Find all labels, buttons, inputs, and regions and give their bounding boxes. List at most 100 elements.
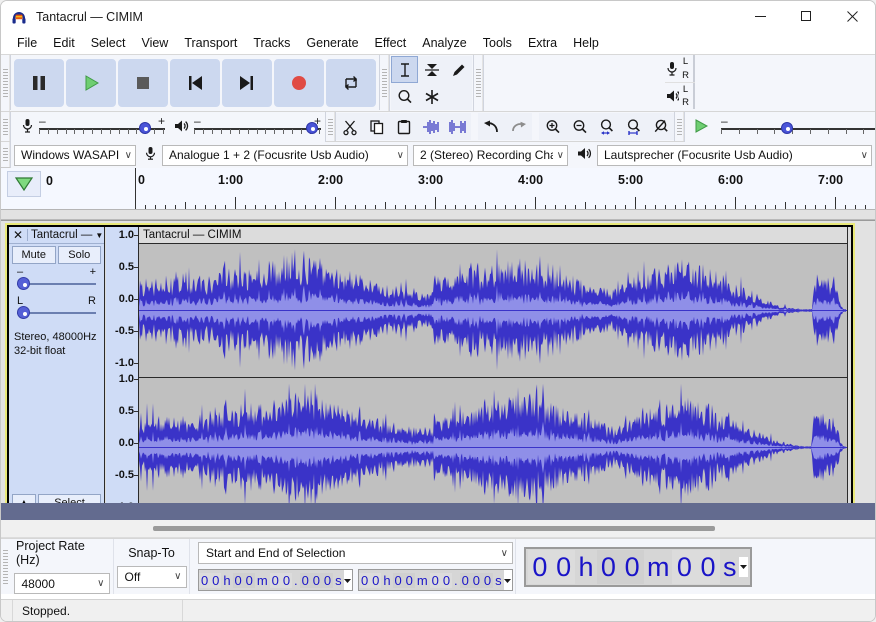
time-digit[interactable]: 0 <box>311 573 322 588</box>
zoom-in-button[interactable] <box>539 113 566 140</box>
loop-button[interactable] <box>326 59 376 107</box>
horizontal-scrollbar-thumb[interactable] <box>153 526 715 531</box>
paste-button[interactable] <box>390 113 417 140</box>
solo-button[interactable]: Solo <box>58 246 102 264</box>
record-button[interactable] <box>274 59 324 107</box>
trim-audio-button[interactable] <box>417 113 444 140</box>
time-digit[interactable]: 0 <box>281 573 292 588</box>
record-meter-scale[interactable]: Click to Start Monitoring -54-48-42-36-3… <box>693 55 695 82</box>
play-button[interactable] <box>66 59 116 107</box>
time-digit[interactable]: 0 <box>430 573 441 588</box>
menu-effect[interactable]: Effect <box>367 34 415 52</box>
draw-tool[interactable] <box>445 56 472 83</box>
waveform-left-channel[interactable] <box>139 244 847 378</box>
edit-toolbar-grip[interactable] <box>326 112 335 141</box>
undo-button[interactable] <box>478 113 505 140</box>
time-digit[interactable]: 0 <box>244 573 255 588</box>
time-digit[interactable]: 0 <box>322 573 333 588</box>
transport-toolbar-grip[interactable] <box>1 55 10 111</box>
tools-toolbar-grip[interactable] <box>380 55 389 111</box>
track-gain-slider[interactable]: – + <box>17 267 96 293</box>
playback-volume-slider[interactable]: – + <box>194 115 321 139</box>
menu-select[interactable]: Select <box>83 34 134 52</box>
time-digit[interactable]: 0 <box>460 573 471 588</box>
meter-toolbar-grip[interactable] <box>474 55 483 111</box>
selection-toolbar-grip[interactable] <box>1 539 10 594</box>
play-meter[interactable]: LR -54-48-42-36-30-24-18-12-60 <box>665 82 695 109</box>
menu-extra[interactable]: Extra <box>520 34 565 52</box>
time-digit[interactable]: 0 <box>270 573 281 588</box>
mixer-toolbar-grip[interactable] <box>1 112 10 141</box>
selection-tool[interactable] <box>391 56 418 83</box>
pinned-play-head-icon[interactable] <box>7 171 41 197</box>
zoom-toggle-button[interactable] <box>647 113 674 140</box>
stop-button[interactable] <box>118 59 168 107</box>
time-digit[interactable]: 0 <box>359 573 370 588</box>
mute-button[interactable]: Mute <box>12 246 56 264</box>
play-at-speed-icon[interactable] <box>691 117 711 138</box>
snap-to-combo[interactable]: Off ∨ <box>117 566 187 588</box>
time-spinner[interactable] <box>504 570 512 590</box>
horizontal-scrollbar[interactable] <box>1 520 875 538</box>
copy-button[interactable] <box>363 113 390 140</box>
time-digit[interactable]: 0 <box>210 573 221 588</box>
audio-position-field[interactable]: 00h00m00s <box>524 547 752 587</box>
waveform-area[interactable]: Tantacrul — CIMIM <box>138 227 851 515</box>
menu-transport[interactable]: Transport <box>176 34 245 52</box>
waveform-right-channel[interactable] <box>139 378 847 517</box>
fit-selection-button[interactable] <box>593 113 620 140</box>
envelope-tool[interactable] <box>418 56 445 83</box>
skip-to-end-button[interactable] <box>222 59 272 107</box>
recording-device-combo[interactable]: Analogue 1 + 2 (Focusrite Usb Audio) ∨ <box>162 145 408 166</box>
close-button[interactable] <box>829 1 875 32</box>
vertical-ruler[interactable]: 1.00.50.0-0.5-1.0 1.00.50.0-0.5-1.0 <box>106 227 138 515</box>
close-track-button[interactable]: ✕ <box>9 228 27 242</box>
time-digit[interactable]: 0 <box>441 573 452 588</box>
selection-start-time-field[interactable]: 00h00m00.000s <box>198 569 353 591</box>
timeline-ruler[interactable]: 01:002:003:004:005:006:007:00 <box>131 168 875 209</box>
time-spinner[interactable] <box>344 570 352 590</box>
menu-file[interactable]: File <box>9 34 45 52</box>
time-digit[interactable]: 0 <box>370 573 381 588</box>
selection-end-time-field[interactable]: 00h00m00.000s <box>358 569 513 591</box>
track-pan-slider[interactable]: L R <box>17 296 96 322</box>
device-toolbar-grip[interactable] <box>1 142 10 167</box>
recording-volume-slider[interactable]: – + <box>39 115 165 139</box>
time-digit[interactable]: 0 <box>528 550 552 584</box>
menu-analyze[interactable]: Analyze <box>414 34 474 52</box>
time-digit[interactable]: 0 <box>233 573 244 588</box>
playspeed-toolbar-grip[interactable] <box>675 112 684 141</box>
maximize-button[interactable] <box>783 1 829 32</box>
zoom-tool[interactable] <box>391 83 418 110</box>
zoom-out-button[interactable] <box>566 113 593 140</box>
play-meter-scale[interactable]: -54-48-42-36-30-24-18-12-60 <box>693 83 695 109</box>
fit-project-button[interactable] <box>620 113 647 140</box>
time-spinner[interactable] <box>739 557 748 577</box>
selection-mode-combo[interactable]: Start and End of Selection ∨ <box>198 542 513 564</box>
cut-button[interactable] <box>336 113 363 140</box>
project-rate-combo[interactable]: 48000 ∨ <box>14 573 110 594</box>
multi-tool[interactable] <box>418 83 445 110</box>
time-digit[interactable]: 0 <box>471 573 482 588</box>
menu-generate[interactable]: Generate <box>298 34 366 52</box>
time-digit[interactable]: 0 <box>552 550 576 584</box>
time-digit[interactable]: 0 <box>696 550 720 584</box>
record-meter[interactable]: LR Click to Start Monitoring -54-48-42-3… <box>665 55 695 82</box>
menu-tracks[interactable]: Tracks <box>245 34 298 52</box>
audio-host-combo[interactable]: Windows WASAPI ∨ <box>14 145 136 166</box>
menu-edit[interactable]: Edit <box>45 34 83 52</box>
menu-help[interactable]: Help <box>565 34 607 52</box>
time-digit[interactable]: 0 <box>672 550 696 584</box>
menu-view[interactable]: View <box>133 34 176 52</box>
time-digit[interactable]: 0 <box>393 573 404 588</box>
minimize-button[interactable] <box>737 1 783 32</box>
track-name-dropdown[interactable]: Tantacrul — ▼ <box>27 229 104 241</box>
time-digit[interactable]: 0 <box>482 573 493 588</box>
play-speed-slider[interactable]: – + <box>721 115 876 139</box>
redo-button[interactable] <box>505 113 532 140</box>
pause-button[interactable] <box>14 59 64 107</box>
time-digit[interactable]: 0 <box>597 550 621 584</box>
recording-channels-combo[interactable]: 2 (Stereo) Recording Chann ∨ <box>413 145 568 166</box>
time-digit[interactable]: 0 <box>300 573 311 588</box>
time-digit[interactable]: 0 <box>199 573 210 588</box>
